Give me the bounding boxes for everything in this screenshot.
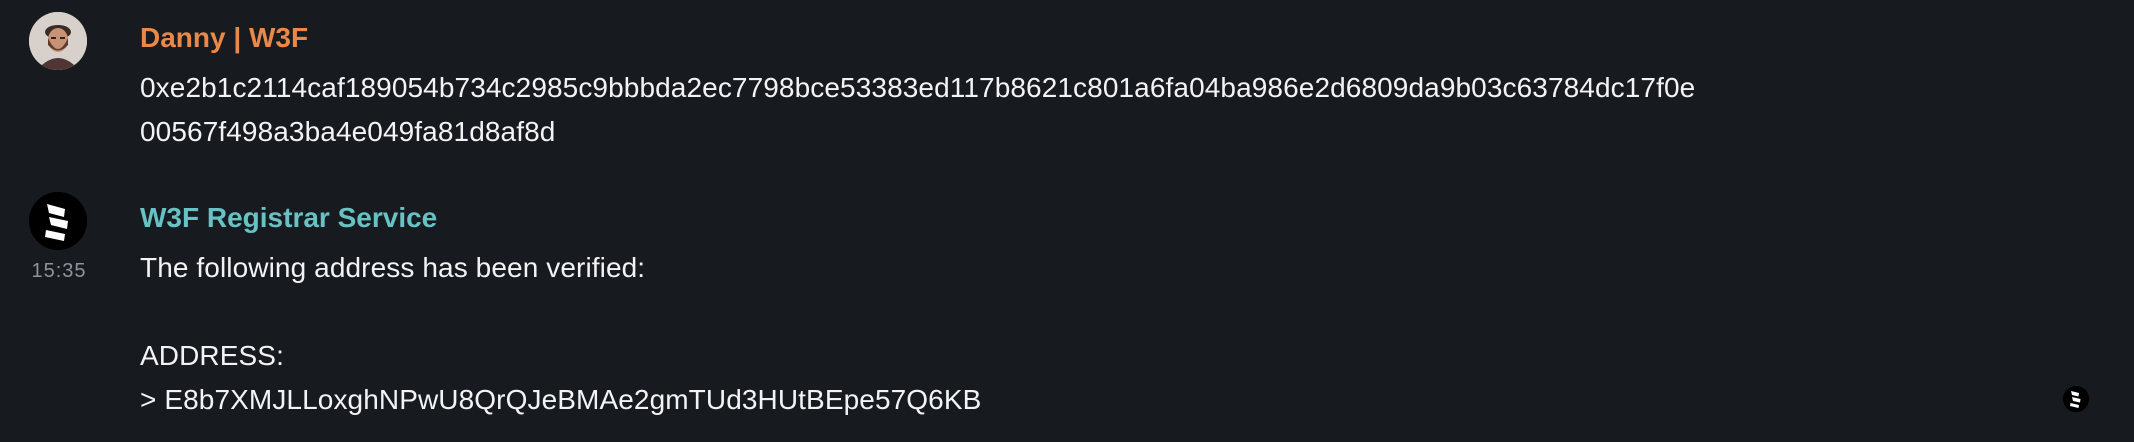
w3f-logo-reaction-icon[interactable] <box>2063 386 2089 412</box>
message-text-line: 00567f498a3ba4e049fa81d8af8d <box>140 116 556 147</box>
person-avatar-icon[interactable] <box>29 12 87 70</box>
sender-name[interactable]: W3F Registrar Service <box>140 202 437 234</box>
message-text-line: The following address has been verified: <box>140 252 646 283</box>
message-timestamp: 15:35 <box>31 260 87 282</box>
message-text-line: ADDRESS: <box>140 340 284 371</box>
message-text-line: 0xe2b1c2114caf189054b734c2985c9bbbda2ec7… <box>140 72 1696 103</box>
sender-name[interactable]: Danny | W3F <box>140 22 308 54</box>
w3f-logo-icon[interactable] <box>29 192 87 250</box>
message-text-line: > E8b7XMJLLoxghNPwU8QrQJeBMAe2gmTUd3HUtB… <box>140 384 982 415</box>
